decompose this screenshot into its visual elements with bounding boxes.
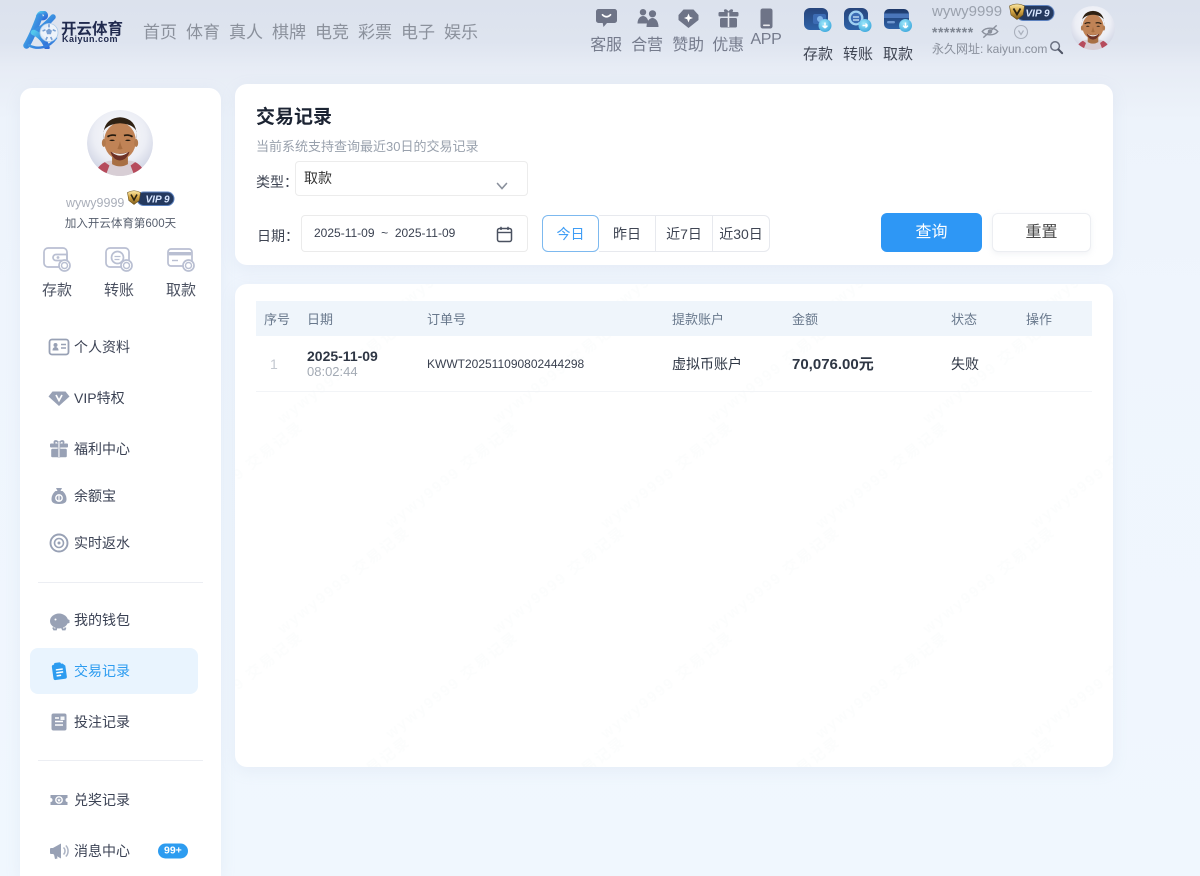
svg-text:VIP 9: VIP 9: [1026, 9, 1051, 20]
svg-text:VIP 9: VIP 9: [146, 195, 171, 206]
